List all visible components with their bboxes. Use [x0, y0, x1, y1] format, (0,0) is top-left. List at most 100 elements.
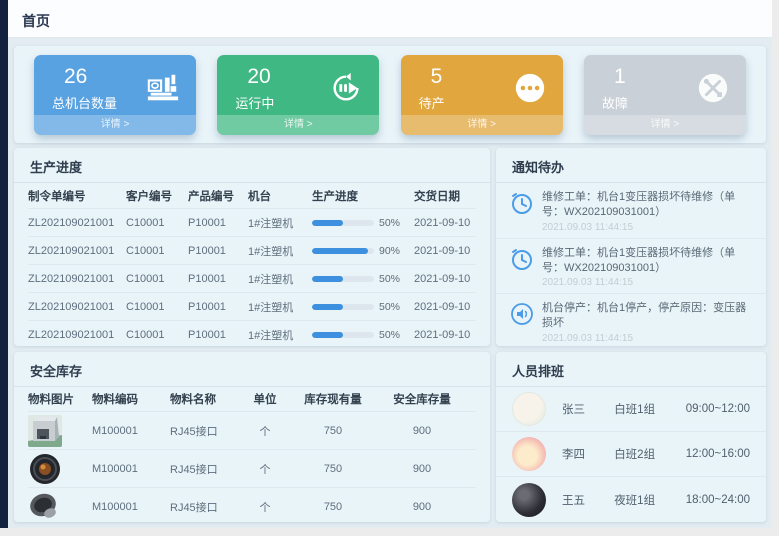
running-icon — [329, 71, 363, 105]
stat-cards-panel: 26 总机台数量 详情 > 20 运行中 — [14, 46, 766, 143]
round-speaker-image — [28, 453, 62, 485]
speaker-icon — [510, 302, 534, 326]
avatar — [512, 392, 546, 426]
delivery-date: 2021-09-10 — [414, 217, 476, 229]
card-detail-link[interactable]: 详情 > — [401, 115, 563, 135]
card-value: 26 — [64, 65, 87, 89]
panel-title: 人员排班 — [496, 352, 766, 387]
person-name: 李四 — [562, 446, 614, 462]
panel-title: 安全库存 — [14, 352, 490, 387]
stock-qty: 750 — [288, 463, 378, 475]
material-code: M100001 — [92, 501, 170, 513]
progress-bar — [312, 276, 374, 282]
progress-bar — [312, 332, 374, 338]
progress-label: 50% — [379, 329, 400, 341]
col-header: 物料图片 — [28, 391, 92, 407]
table-row: ZL202109021001 C10001 P10001 1#注塑机 50% 2… — [28, 293, 476, 321]
production-progress-panel: 生产进度 制令单编号 客户编号 产品编号 机台 生产进度 交货日期 ZL2021… — [14, 148, 490, 346]
card-waiting[interactable]: 5 待产 详情 > — [401, 55, 563, 135]
delivery-date: 2021-09-10 — [414, 273, 476, 285]
col-header: 制令单编号 — [28, 188, 126, 204]
col-header: 安全库存量 — [378, 391, 466, 407]
material-code: M100001 — [92, 463, 170, 475]
progress-label: 50% — [379, 273, 400, 285]
card-detail-link[interactable]: 详情 > — [217, 115, 379, 135]
material-code: M100001 — [92, 425, 170, 437]
delivery-date: 2021-09-10 — [414, 301, 476, 313]
col-header: 交货日期 — [414, 188, 476, 204]
safety-qty: 900 — [378, 425, 466, 437]
safety-stock-panel: 安全库存 物料图片 物料编码 物料名称 单位 库存现有量 安全库存量 — [14, 352, 490, 522]
top-bar: 首页 — [8, 0, 772, 38]
table-row: ZL202109021001 C10001 P10001 1#注塑机 50% 2… — [28, 321, 476, 349]
delivery-date: 2021-09-10 — [414, 245, 476, 257]
notification-item[interactable]: 机台停产：机台1停产，停产原因：变压器损坏 2021.09.03 11:44:1… — [496, 294, 766, 350]
machine-icon — [146, 71, 180, 105]
rj45-connector-image — [28, 415, 62, 447]
notification-time: 2021.09.03 11:44:15 — [542, 277, 752, 288]
avatar — [512, 437, 546, 471]
page-gutter-right — [772, 0, 779, 536]
machine-name: 1#注塑机 — [248, 243, 312, 259]
shift-label: 白班2组 — [614, 446, 686, 462]
machine-name: 1#注塑机 — [248, 299, 312, 315]
person-name: 王五 — [562, 492, 614, 508]
shift-time: 12:00~16:00 — [686, 448, 750, 460]
table-row: ZL202109021001 C10001 P10001 1#注塑机 50% 2… — [28, 265, 476, 293]
table-header: 制令单编号 客户编号 产品编号 机台 生产进度 交货日期 — [28, 183, 476, 209]
notification-item[interactable]: 维修工单：机台1变压器损坏待维修（单号：WX202109031001） 2021… — [496, 239, 766, 295]
order-no: ZL202109021001 — [28, 329, 126, 341]
progress-bar — [312, 248, 374, 254]
col-header: 生产进度 — [312, 188, 414, 204]
notification-time: 2021.09.03 11:44:15 — [542, 333, 752, 344]
panel-title: 通知待办 — [496, 148, 766, 183]
speaker-cone-image — [28, 491, 62, 523]
safety-qty: 900 — [378, 463, 466, 475]
order-no: ZL202109021001 — [28, 301, 126, 313]
tab-home[interactable]: 首页 — [22, 11, 50, 31]
card-label: 待产 — [419, 93, 445, 112]
order-no: ZL202109021001 — [28, 217, 126, 229]
card-value: 5 — [431, 65, 443, 89]
product-no: P10001 — [188, 301, 248, 313]
material-unit: 个 — [242, 499, 288, 515]
col-header: 物料编码 — [92, 391, 170, 407]
product-no: P10001 — [188, 273, 248, 285]
col-header: 客户编号 — [126, 188, 188, 204]
progress-label: 90% — [379, 245, 400, 257]
material-unit: 个 — [242, 461, 288, 477]
col-header: 产品编号 — [188, 188, 248, 204]
col-header: 库存现有量 — [288, 391, 378, 407]
collapsed-sidebar[interactable] — [0, 0, 8, 528]
product-no: P10001 — [188, 245, 248, 257]
table-row: M100001 RJ45接口 个 750 900 — [28, 412, 476, 450]
table-row: ZL202109021001 C10001 P10001 1#注塑机 90% 2… — [28, 237, 476, 265]
notification-time: 2021.09.03 11:44:15 — [542, 222, 752, 233]
notification-text: 维修工单：机台1变压器损坏待维修（单号：WX202109031001） — [542, 190, 752, 220]
table-row: ZL202109021001 C10001 P10001 1#注塑机 50% 2… — [28, 209, 476, 237]
col-header: 单位 — [242, 391, 288, 407]
progress-label: 50% — [379, 301, 400, 313]
progress-bar — [312, 304, 374, 310]
card-label: 总机台数量 — [52, 93, 117, 112]
shift-time: 09:00~12:00 — [686, 403, 750, 415]
material-name: RJ45接口 — [170, 461, 242, 477]
stock-qty: 750 — [288, 425, 378, 437]
customer-no: C10001 — [126, 329, 188, 341]
clock-icon — [510, 247, 534, 271]
customer-no: C10001 — [126, 273, 188, 285]
card-detail-link[interactable]: 详情 > — [34, 115, 196, 135]
card-total-machines[interactable]: 26 总机台数量 详情 > — [34, 55, 196, 135]
card-detail-link[interactable]: 详情 > — [584, 115, 746, 135]
card-label: 故障 — [602, 93, 628, 112]
notification-item[interactable]: 维修工单：机台1变压器损坏待维修（单号：WX202109031001） 2021… — [496, 183, 766, 239]
card-fault[interactable]: 1 故障 详情 > — [584, 55, 746, 135]
dashboard-page: 首页 26 总机台数量 详情 > — [0, 0, 779, 536]
card-running[interactable]: 20 运行中 详情 > — [217, 55, 379, 135]
delivery-date: 2021-09-10 — [414, 329, 476, 341]
material-unit: 个 — [242, 423, 288, 439]
table-row: M100001 RJ45接口 个 750 900 — [28, 488, 476, 526]
schedule-row: 李四 白班2组 12:00~16:00 — [496, 432, 766, 477]
material-name: RJ45接口 — [170, 423, 242, 439]
product-no: P10001 — [188, 329, 248, 341]
